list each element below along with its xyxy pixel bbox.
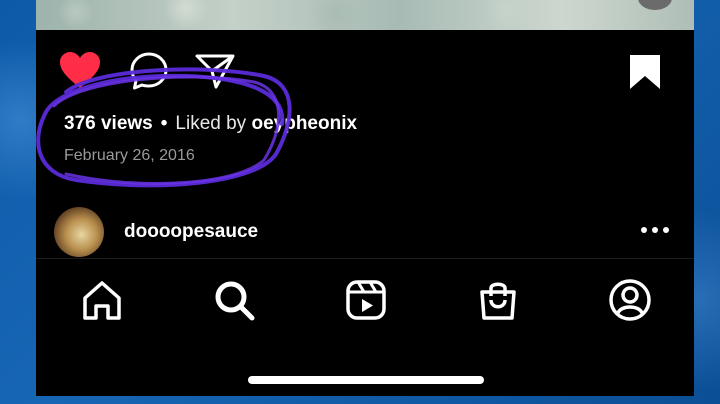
comment-username[interactable]: doooopesauce: [124, 221, 258, 243]
comment-icon[interactable]: [128, 50, 170, 92]
bottom-tab-bar: [36, 270, 694, 334]
reels-icon[interactable]: [344, 278, 388, 322]
liked-by-prefix: Liked by: [175, 113, 247, 134]
profile-icon[interactable]: [608, 278, 652, 322]
separator-dot: •: [160, 113, 168, 134]
image-overlay-dot: [638, 0, 672, 10]
post-action-row: [36, 50, 694, 94]
more-icon[interactable]: [640, 223, 670, 237]
divider: [36, 258, 694, 259]
home-icon[interactable]: [80, 278, 124, 322]
phone-screen: 376 views • Liked by oeypheonix February 2…: [36, 0, 694, 396]
share-icon[interactable]: [194, 52, 236, 90]
liked-by-username[interactable]: oeypheonix: [251, 113, 357, 134]
post-image[interactable]: [36, 0, 694, 30]
bookmark-icon[interactable]: [628, 54, 662, 90]
home-indicator[interactable]: [248, 376, 484, 384]
comment-row: doooopesauce: [36, 205, 694, 257]
shop-icon[interactable]: [476, 278, 520, 322]
views-count[interactable]: 376 views: [64, 113, 153, 134]
views-liked-line: 376 views • Liked by oeypheonix: [64, 113, 357, 137]
heart-icon[interactable]: [58, 50, 102, 90]
search-icon[interactable]: [212, 278, 256, 322]
avatar[interactable]: [54, 207, 104, 257]
post-date: February 26, 2016: [64, 147, 195, 164]
